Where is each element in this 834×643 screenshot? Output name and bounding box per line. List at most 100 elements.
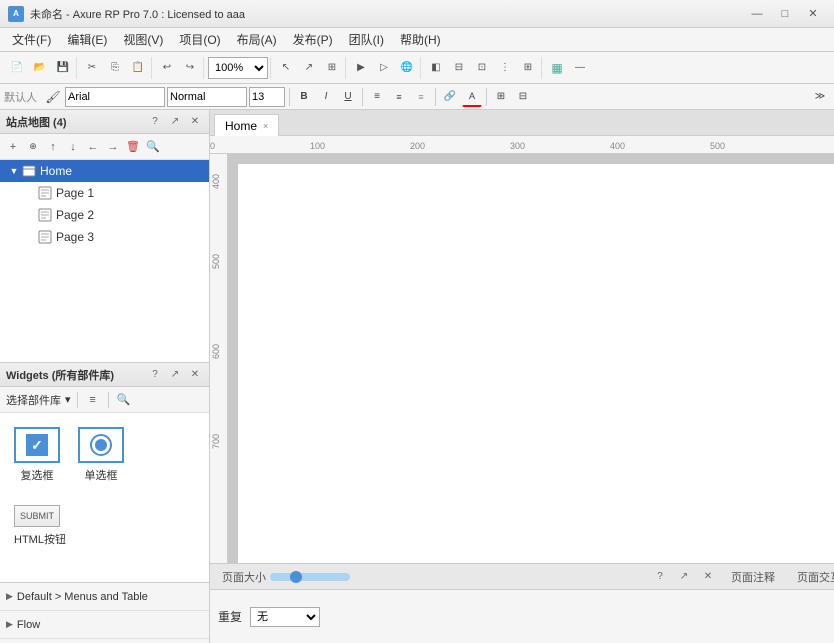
sitemap-close-icon[interactable]: ✕ — [187, 114, 203, 130]
sitemap-expand-icon[interactable]: ↗ — [167, 114, 183, 130]
menu-file[interactable]: 文件(F) — [4, 29, 59, 50]
paste-button[interactable]: 📋 — [127, 57, 149, 79]
default-menus-item[interactable]: ▶ Default > Menus and Table — [0, 583, 209, 611]
connection-tool[interactable]: ↗ — [298, 57, 320, 79]
menu-help[interactable]: 帮助(H) — [392, 29, 449, 50]
sitemap-help-icon[interactable]: ? — [147, 114, 163, 130]
checkbox-widget-item[interactable]: ✓ 复选框 — [10, 423, 64, 487]
menu-publish[interactable]: 发布(P) — [285, 29, 341, 50]
group-button[interactable]: ⊞ — [517, 57, 539, 79]
align-left-button[interactable]: ◧ — [425, 57, 447, 79]
sitemap-search-button[interactable]: 🔍 — [144, 138, 162, 156]
toolbar-format-group: ◧ ⊟ ⊡ ⋮ ⊞ — [423, 57, 542, 79]
widgets-close-icon[interactable]: ✕ — [187, 367, 203, 383]
font-size-input[interactable] — [249, 87, 285, 107]
fill-button[interactable]: ▦ — [546, 57, 568, 79]
canvas-scroll[interactable] — [228, 154, 834, 563]
bottom-panel-close-icon[interactable]: ✕ — [700, 569, 716, 585]
sitemap-header: 站点地图 (4) ? ↗ ✕ — [0, 110, 209, 134]
sitemap-add-button[interactable]: + — [4, 138, 22, 156]
italic-button[interactable]: I — [316, 87, 336, 107]
save-button[interactable]: 💾 — [52, 57, 74, 79]
more-format-button[interactable]: ⊞ — [491, 87, 511, 107]
repeat-select[interactable]: 无 横向重复 纵向重复 平铺 — [250, 607, 320, 627]
sitemap-home-item[interactable]: ▼ Home — [0, 160, 209, 182]
align-text-right[interactable]: ≡ — [411, 87, 431, 107]
menu-team[interactable]: 团队(I) — [341, 29, 392, 50]
align-center-button[interactable]: ⊟ — [448, 57, 470, 79]
ruler-300: 300 — [510, 141, 525, 151]
bottom-panel-expand-icon[interactable]: ↗ — [676, 569, 692, 585]
redo-button[interactable]: ↪ — [179, 57, 201, 79]
publish-button[interactable]: 🌐 — [396, 57, 418, 79]
sitemap-page2-item[interactable]: Page 2 — [0, 204, 209, 226]
bold-button[interactable]: B — [294, 87, 314, 107]
line-button[interactable]: — — [569, 57, 591, 79]
bottom-tabs: 页面大小 ? ↗ ✕ 页面注释 页面交互 页面样式 ≫ — [210, 564, 834, 590]
align-text-left[interactable]: ≡ — [367, 87, 387, 107]
checkbox-inner: ✓ — [26, 434, 48, 456]
sitemap-page1-item[interactable]: Page 1 — [0, 182, 209, 204]
link-button[interactable]: 🔗 — [440, 87, 460, 107]
widgets-menu-button[interactable]: ≡ — [84, 391, 102, 409]
sitemap-addchild-button[interactable]: ⊕ — [24, 138, 42, 156]
cut-button[interactable]: ✂ — [81, 57, 103, 79]
new-button[interactable]: 📄 — [6, 57, 28, 79]
library-dropdown-arrow[interactable]: ▾ — [65, 393, 71, 406]
sitemap-page3-item[interactable]: Page 3 — [0, 226, 209, 248]
preview-button[interactable]: ▶ — [350, 57, 372, 79]
format-options-button[interactable]: ⊟ — [513, 87, 533, 107]
radio-widget-item[interactable]: 单选框 — [74, 423, 128, 487]
menu-project[interactable]: 项目(O) — [171, 29, 228, 50]
bottom-panel-help-icon[interactable]: ? — [652, 569, 668, 585]
menu-layout[interactable]: 布局(A) — [229, 29, 285, 50]
page-zoom-area: 页面大小 — [222, 569, 350, 585]
menu-edit[interactable]: 编辑(E) — [59, 29, 115, 50]
home-tab-close[interactable]: × — [263, 121, 268, 131]
sitemap-down-button[interactable]: ↓ — [64, 138, 82, 156]
sitemap-left-button[interactable]: ← — [84, 138, 102, 156]
tab-page-notes[interactable]: 页面注释 — [720, 566, 786, 588]
canvas[interactable] — [238, 164, 834, 563]
flow-item[interactable]: ▶ Flow — [0, 611, 209, 639]
close-button[interactable]: ✕ — [800, 4, 826, 24]
crop-tool[interactable]: ⊞ — [321, 57, 343, 79]
page3-expand-icon — [24, 231, 36, 243]
open-button[interactable]: 📂 — [29, 57, 51, 79]
widgets-help-icon[interactable]: ? — [147, 367, 163, 383]
minimize-button[interactable]: — — [744, 4, 770, 24]
ruler-200: 200 — [410, 141, 425, 151]
widgets-expand-icon[interactable]: ↗ — [167, 367, 183, 383]
font-family-input[interactable] — [65, 87, 165, 107]
home-expand-icon[interactable]: ▼ — [8, 165, 20, 177]
title-bar: A 未命名 - Axure RP Pro 7.0 : Licensed to a… — [0, 0, 834, 28]
undo-button[interactable]: ↩ — [156, 57, 178, 79]
align-right-button[interactable]: ⊡ — [471, 57, 493, 79]
home-page-icon — [22, 164, 36, 178]
menu-bar: 文件(F) 编辑(E) 视图(V) 项目(O) 布局(A) 发布(P) 团队(I… — [0, 28, 834, 52]
zoom-select[interactable]: 100% 75% 150% 200% — [208, 57, 268, 79]
home-tab[interactable]: Home × — [214, 114, 279, 136]
bottom-content: 重复 无 横向重复 纵向重复 平铺 ⋯ — [210, 590, 834, 643]
font-color-button[interactable]: A — [462, 87, 482, 107]
sitemap-up-button[interactable]: ↑ — [44, 138, 62, 156]
html-btn-widget-item[interactable]: SUBMIT HTML按钮 — [10, 501, 199, 551]
menu-view[interactable]: 视图(V) — [115, 29, 171, 50]
style-picker-button[interactable]: 🖌 — [43, 87, 63, 107]
select-tool[interactable]: ↖ — [275, 57, 297, 79]
sitemap-delete-button[interactable]: 🗑 — [124, 138, 142, 156]
preview-current-button[interactable]: ▷ — [373, 57, 395, 79]
tab-page-interact[interactable]: 页面交互 — [786, 566, 834, 588]
distribute-button[interactable]: ⋮ — [494, 57, 516, 79]
page1-icon — [38, 186, 52, 200]
underline-button[interactable]: U — [338, 87, 358, 107]
maximize-button[interactable]: □ — [772, 4, 798, 24]
sitemap-right-button[interactable]: → — [104, 138, 122, 156]
format-extra-button[interactable]: ≫ — [810, 87, 830, 107]
sitemap-title: 站点地图 (4) — [6, 114, 67, 130]
align-text-center[interactable]: ≡ — [389, 87, 409, 107]
widgets-search-button[interactable]: 🔍 — [115, 391, 133, 409]
page-slider[interactable] — [270, 573, 350, 581]
font-style-input[interactable] — [167, 87, 247, 107]
copy-button[interactable]: ⎘ — [104, 57, 126, 79]
